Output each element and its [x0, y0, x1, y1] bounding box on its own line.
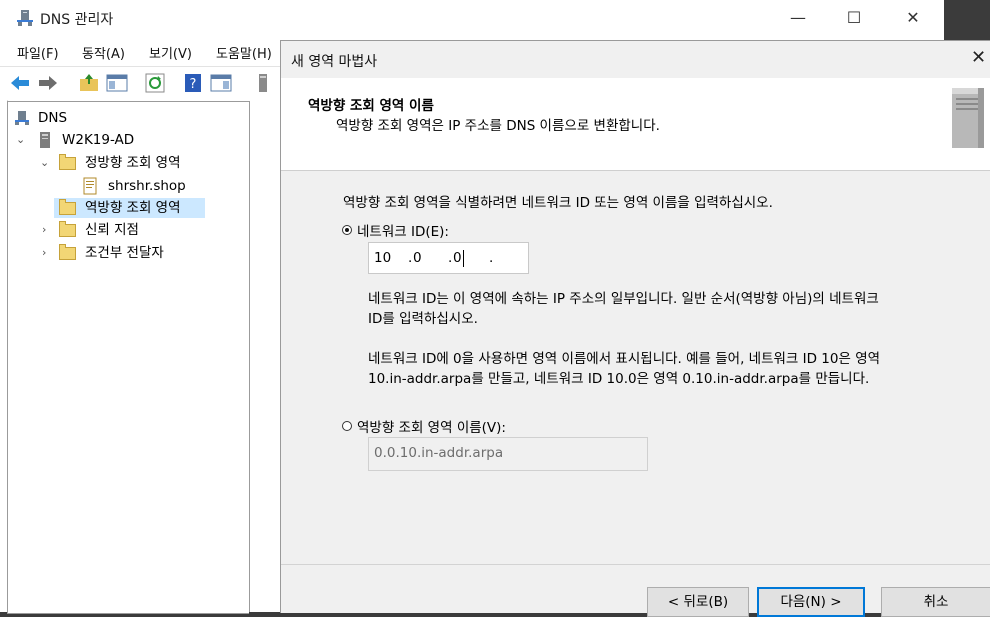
refresh-icon[interactable] — [144, 72, 166, 94]
server-icon[interactable] — [252, 72, 274, 94]
forward-arrow-icon[interactable] — [37, 72, 59, 94]
wizard-title: 새 영역 마법사 — [291, 54, 378, 70]
result-pane — [249, 101, 281, 612]
up-folder-icon[interactable] — [78, 72, 100, 94]
folder-icon — [59, 244, 76, 260]
zone-name-label: 역방향 조회 영역 이름(V): — [357, 420, 506, 436]
maximize-icon: ☐ — [846, 8, 862, 27]
octet-2: 0 — [413, 250, 422, 266]
zone-file-icon — [83, 177, 97, 195]
chevron-down-icon[interactable]: ⌄ — [16, 130, 26, 150]
tree-label-forward-zones: 정방향 조회 영역 — [85, 155, 181, 171]
zero-note-line1: 네트워크 ID에 0을 사용하면 영역 이름에서 표시됩니다. 예를 들어, 네… — [368, 351, 881, 367]
tree-label-trust-points: 신뢰 지점 — [85, 222, 139, 238]
properties-icon[interactable] — [210, 72, 232, 94]
back-button[interactable]: < 뒤로(B) — [647, 587, 749, 617]
next-button[interactable]: 다음(N) > — [757, 587, 865, 617]
folder-icon — [59, 221, 76, 237]
help-icon[interactable]: ? — [182, 72, 204, 94]
dot-separator: . — [448, 250, 453, 266]
zone-name-radio[interactable] — [342, 421, 352, 431]
dns-app-icon — [17, 10, 33, 26]
folder-icon — [59, 154, 76, 170]
server-icon — [40, 132, 50, 148]
console-tree: DNS ⌄ W2K19-AD ⌄ 정방향 조회 영역 shrshr.shop 역… — [7, 101, 249, 614]
chevron-right-icon[interactable]: › — [42, 243, 52, 263]
menu-view[interactable]: 보기(V) — [149, 43, 192, 62]
menu-file[interactable]: 파일(F) — [17, 43, 59, 62]
toolbar: ? — [0, 66, 290, 99]
server-tower-icon — [952, 88, 984, 148]
menu-help[interactable]: 도움말(H) — [216, 43, 272, 62]
close-button[interactable]: ✕ — [890, 0, 936, 36]
tree-label-zone: shrshr.shop — [108, 178, 186, 194]
menu-bar: 파일(F) 동작(A) 보기(V) 도움말(H) — [0, 38, 290, 64]
tree-node-reverse-zones[interactable]: 역방향 조회 영역 — [54, 198, 205, 218]
menu-action[interactable]: 동작(A) — [82, 43, 125, 62]
footer-divider — [281, 564, 990, 565]
zero-note-line2: 10.in-addr.arpa를 만들고, 네트워크 ID 10.0은 영역 0… — [368, 371, 870, 387]
tree-label-conditional-forwarders: 조건부 전달자 — [85, 245, 164, 261]
cancel-button[interactable]: 취소 — [881, 587, 990, 617]
network-id-input[interactable]: 10 . 0 . 0 . — [368, 242, 529, 274]
header-subtitle: 역방향 조회 영역은 IP 주소를 DNS 이름으로 변환합니다. — [336, 118, 660, 134]
network-id-description-line2: ID를 입력하십시오. — [368, 311, 478, 327]
back-arrow-icon[interactable] — [9, 72, 31, 94]
network-id-description-line1: 네트워크 ID는 이 영역에 속하는 IP 주소의 일부입니다. 일반 순서(역… — [368, 291, 879, 307]
folder-icon — [59, 199, 76, 215]
network-id-radio[interactable] — [342, 225, 352, 235]
title-bar: DNS 관리자 — ☐ ✕ — [0, 0, 944, 36]
chevron-right-icon[interactable]: › — [42, 220, 52, 240]
tree-label-reverse-zones: 역방향 조회 영역 — [85, 200, 181, 216]
dns-icon — [15, 111, 29, 125]
dot-separator: . — [408, 250, 413, 266]
octet-1: 10 — [374, 250, 392, 266]
minimize-icon: — — [790, 8, 806, 27]
close-icon[interactable]: ✕ — [971, 47, 986, 68]
new-zone-wizard-dialog: 새 영역 마법사 ✕ 역방향 조회 영역 이름 역방향 조회 영역은 IP 주소… — [280, 40, 990, 617]
text-cursor — [463, 250, 464, 267]
dot-separator: . — [489, 250, 494, 266]
network-id-label: 네트워크 ID(E): — [357, 224, 449, 240]
maximize-button[interactable]: ☐ — [831, 0, 877, 36]
show-hide-tree-icon[interactable] — [106, 72, 128, 94]
desktop-background — [944, 0, 990, 40]
octet-3: 0 — [453, 250, 462, 266]
instruction-text: 역방향 조회 영역을 식별하려면 네트워크 ID 또는 영역 이름을 입력하십시… — [343, 195, 773, 211]
close-icon: ✕ — [906, 8, 920, 27]
tree-label-server: W2K19-AD — [62, 132, 135, 148]
header-title: 역방향 조회 영역 이름 — [308, 98, 434, 114]
chevron-down-icon[interactable]: ⌄ — [40, 153, 50, 173]
wizard-header: 역방향 조회 영역 이름 역방향 조회 영역은 IP 주소를 DNS 이름으로 … — [281, 78, 990, 171]
zone-name-input[interactable]: 0.0.10.in-addr.arpa — [368, 437, 648, 471]
svg-text:?: ? — [190, 77, 197, 92]
tree-label-dns: DNS — [38, 110, 68, 126]
window-title: DNS 관리자 — [40, 12, 114, 28]
minimize-button[interactable]: — — [775, 0, 821, 36]
